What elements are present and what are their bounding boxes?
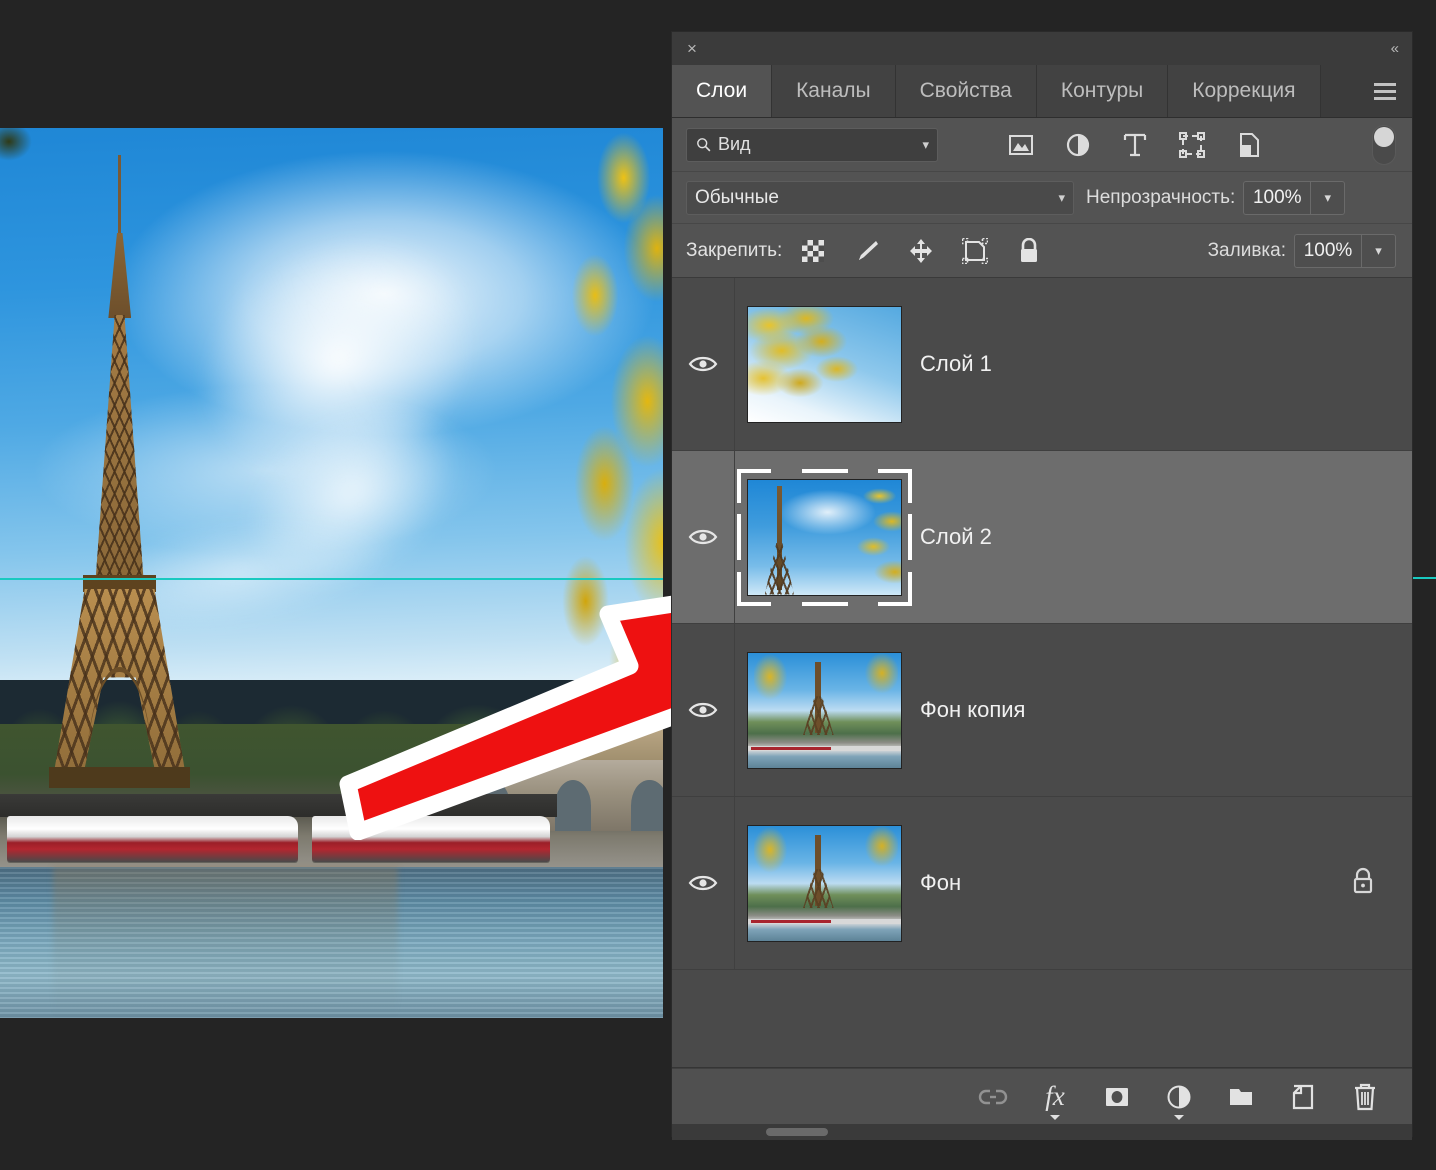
lock-row: Закрепить:: [672, 224, 1412, 278]
delete-layer-icon[interactable]: [1348, 1080, 1382, 1114]
filter-enable-toggle[interactable]: [1372, 125, 1396, 165]
photoshop-window: × « Слои Каналы Свойства Контуры Коррекц…: [0, 0, 1436, 1170]
link-layers-icon[interactable]: [976, 1080, 1010, 1114]
opacity-value[interactable]: 100%: [1244, 182, 1310, 214]
layers-list: Слой 1: [672, 278, 1412, 972]
tab-adjustments[interactable]: Коррекция: [1168, 65, 1320, 117]
opacity-stepper[interactable]: 100% ▾: [1243, 181, 1345, 215]
panel-horizontal-scrollbar[interactable]: [672, 1124, 1412, 1140]
layer-thumbnail: [747, 652, 902, 769]
eiffel-tower: [46, 155, 351, 867]
opacity-label: Непрозрачность:: [1086, 187, 1235, 209]
tab-label: Свойства: [920, 79, 1012, 103]
chevron-down-icon[interactable]: ▾: [1361, 235, 1395, 267]
filter-type-select[interactable]: Вид ▾: [686, 128, 938, 162]
layers-panel: × « Слои Каналы Свойства Контуры Коррекц…: [672, 32, 1412, 1136]
tab-label: Коррекция: [1192, 79, 1295, 103]
new-layer-icon[interactable]: [1286, 1080, 1320, 1114]
layer-name[interactable]: Фон: [920, 870, 961, 896]
filter-icon-group: [1006, 130, 1264, 160]
tab-paths[interactable]: Контуры: [1037, 65, 1168, 117]
layer-thumbnail-cell[interactable]: [735, 652, 914, 769]
chevron-down-icon: ▾: [1058, 190, 1065, 206]
layer-name[interactable]: Слой 2: [920, 524, 992, 550]
layer-name[interactable]: Слой 1: [920, 351, 992, 377]
eye-icon: [688, 527, 718, 547]
tab-properties[interactable]: Свойства: [896, 65, 1037, 117]
filter-type-value: Вид: [718, 134, 916, 155]
lock-position-icon[interactable]: [906, 236, 936, 266]
fx-label: fx: [1045, 1081, 1065, 1112]
layer-thumbnail: [747, 306, 902, 423]
layer-visibility-toggle[interactable]: [672, 451, 735, 623]
layers-list-empty-space: [672, 972, 1412, 1068]
adjustment-filter-icon[interactable]: [1063, 130, 1093, 160]
type-filter-icon[interactable]: [1120, 130, 1150, 160]
layers-bottom-toolbar: fx: [672, 1068, 1412, 1124]
eye-icon: [688, 873, 718, 893]
eye-icon: [688, 354, 718, 374]
search-icon: [695, 136, 712, 153]
layer-thumbnail: [747, 479, 902, 596]
fill-value[interactable]: 100%: [1295, 235, 1361, 267]
layer-thumbnail-cell[interactable]: [735, 479, 914, 596]
tab-label: Слои: [696, 79, 747, 103]
horizontal-guide-right-segment: [1412, 577, 1436, 579]
caret-icon: [1174, 1115, 1184, 1120]
layer-locked-icon: [1350, 867, 1376, 900]
lock-label: Закрепить:: [686, 240, 782, 262]
panel-menu-icon[interactable]: [1358, 65, 1412, 117]
layer-thumbnail-cell[interactable]: [735, 306, 914, 423]
blend-mode-select[interactable]: Обычные ▾: [686, 181, 1074, 215]
chevron-down-icon[interactable]: ▾: [1310, 182, 1344, 214]
fill-label: Заливка:: [1208, 240, 1286, 262]
layer-visibility-toggle[interactable]: [672, 624, 735, 796]
lock-all-icon[interactable]: [1014, 236, 1044, 266]
smart-object-filter-icon[interactable]: [1234, 130, 1264, 160]
image-filter-icon[interactable]: [1006, 130, 1036, 160]
panel-title-bar: × «: [672, 32, 1412, 65]
leaf-corner-left: [0, 128, 46, 168]
layer-filter-row: Вид ▾: [672, 118, 1412, 172]
tab-channels[interactable]: Каналы: [772, 65, 896, 117]
lock-icon-group: [798, 236, 1044, 266]
shape-filter-icon[interactable]: [1177, 130, 1207, 160]
new-group-icon[interactable]: [1224, 1080, 1258, 1114]
table-row[interactable]: Фон копия: [672, 624, 1412, 797]
lock-image-pixels-icon[interactable]: [852, 236, 882, 266]
layer-name[interactable]: Фон копия: [920, 697, 1025, 723]
blend-mode-row: Обычные ▾ Непрозрачность: 100% ▾: [672, 172, 1412, 224]
close-icon[interactable]: ×: [682, 39, 702, 59]
seine-river: [0, 867, 663, 1018]
layer-thumbnail: [747, 825, 902, 942]
layer-thumbnail-cell[interactable]: [735, 825, 914, 942]
lock-transparent-pixels-icon[interactable]: [798, 236, 828, 266]
layer-visibility-toggle[interactable]: [672, 797, 735, 969]
tab-layers[interactable]: Слои: [672, 65, 772, 117]
fill-stepper[interactable]: 100% ▾: [1294, 234, 1396, 268]
blend-mode-value: Обычные: [695, 187, 1058, 209]
caret-icon: [1050, 1115, 1060, 1120]
layer-style-fx-icon[interactable]: fx: [1038, 1080, 1072, 1114]
table-row[interactable]: Слой 2: [672, 451, 1412, 624]
tab-label: Контуры: [1061, 79, 1143, 103]
tab-label: Каналы: [796, 79, 871, 103]
eye-icon: [688, 700, 718, 720]
add-layer-mask-icon[interactable]: [1100, 1080, 1134, 1114]
tabs-spacer: [1321, 65, 1358, 117]
collapse-panel-icon[interactable]: «: [1391, 40, 1398, 57]
table-row[interactable]: Слой 1: [672, 278, 1412, 451]
panel-tabs: Слои Каналы Свойства Контуры Коррекция: [672, 65, 1412, 118]
lock-artboard-nesting-icon[interactable]: [960, 236, 990, 266]
new-adjustment-layer-icon[interactable]: [1162, 1080, 1196, 1114]
table-row[interactable]: Фон: [672, 797, 1412, 970]
layer-visibility-toggle[interactable]: [672, 278, 735, 450]
chevron-down-icon: ▾: [922, 137, 929, 153]
